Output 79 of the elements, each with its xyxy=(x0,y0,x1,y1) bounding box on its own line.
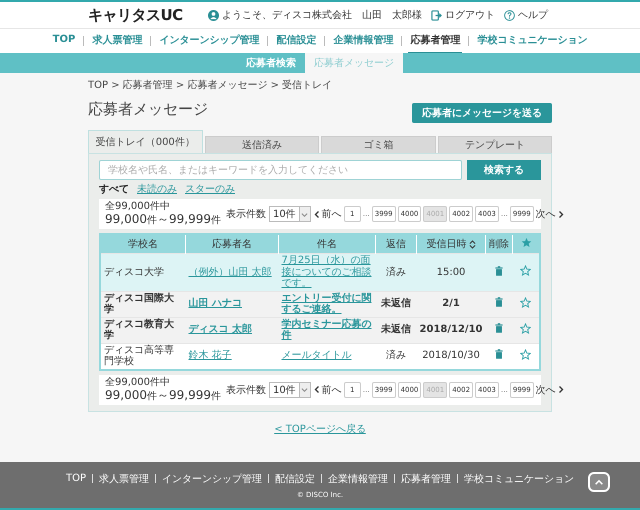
back-link[interactable]: < TOPページへ戻る xyxy=(274,424,366,434)
caret-icon xyxy=(301,386,308,393)
footer-link[interactable]: 配信設定 xyxy=(275,472,315,486)
chevron-right-icon xyxy=(558,210,564,218)
trash-icon[interactable] xyxy=(495,266,503,276)
tab[interactable]: 受信トレイ（000件） xyxy=(88,130,202,153)
footer-link[interactable]: TOP xyxy=(66,473,86,484)
per-page-label: 表示件数 xyxy=(226,208,266,221)
trash-icon[interactable] xyxy=(495,349,503,360)
column-header: 件名 xyxy=(278,234,376,254)
table-cell: 2/1 xyxy=(416,291,486,317)
per-page-select[interactable]: 10件 xyxy=(269,206,311,222)
nav-tab[interactable]: 企業情報管理 xyxy=(331,28,396,54)
table-cell: 済み xyxy=(376,254,417,291)
trash-icon[interactable] xyxy=(495,323,503,334)
star-icon[interactable] xyxy=(520,348,532,360)
table-cell: 2018/12/10 xyxy=(416,317,486,343)
star-icon[interactable] xyxy=(520,265,532,276)
previous-link[interactable]: 前へ xyxy=(314,207,342,221)
nav-tab[interactable]: 学校コミュニケーション xyxy=(475,28,590,54)
next-link[interactable]: 次へ xyxy=(536,207,564,221)
table-cell: ディスコ教育大学 xyxy=(100,317,186,343)
search-field[interactable]: 学校名や氏名、またはキーワードを入力してください xyxy=(99,160,462,180)
help-link[interactable]: ヘルプ xyxy=(518,8,548,22)
table-cell: ディスコ大学 xyxy=(100,254,186,291)
table-cell: 15:00 xyxy=(416,254,486,291)
footer-link[interactable]: 求人票管理 xyxy=(99,472,149,486)
tab[interactable]: 送信済み xyxy=(204,136,319,153)
help-icon xyxy=(504,10,515,20)
back-to-top-button[interactable] xyxy=(588,472,610,492)
table-cell: ディスコ国際大学 xyxy=(100,291,186,317)
sort-icon[interactable] xyxy=(468,240,476,248)
chevron-right-icon xyxy=(558,385,564,394)
table-cell: 未返信 xyxy=(376,291,417,317)
column-header: 学校名 xyxy=(100,234,186,254)
previous-link[interactable]: 前へ xyxy=(314,382,342,396)
star-icon[interactable] xyxy=(520,322,532,334)
star-icon xyxy=(520,237,532,248)
filter-link[interactable]: スターのみ xyxy=(185,182,235,196)
page-title: 応募者メッセージ xyxy=(88,100,208,119)
footer-link[interactable]: 企業情報管理 xyxy=(328,472,388,486)
per-page-label: 表示件数 xyxy=(226,384,266,396)
table-cell: 済み xyxy=(376,343,417,370)
nav-tab[interactable]: TOP xyxy=(50,29,78,53)
star-icon[interactable] xyxy=(520,296,532,308)
chevron-up-icon xyxy=(594,478,604,486)
search-button[interactable]: 検索する xyxy=(467,160,541,180)
tab[interactable]: ゴミ箱 xyxy=(321,136,436,153)
logo[interactable]: キャリタスUC xyxy=(88,6,183,24)
footer-link[interactable]: 学校コミュニケーション xyxy=(464,472,574,486)
footer-link[interactable]: 応募者管理 xyxy=(401,472,451,486)
welcome-text: ようこそ、ディスコ株式会社 山田 太郎様 xyxy=(222,8,422,22)
nav-tab[interactable]: 配信設定 xyxy=(274,28,318,54)
table-cell: ディスコ高等専門学校 xyxy=(100,343,186,370)
nav-tab[interactable]: 求人票管理 xyxy=(90,28,144,54)
footer-link[interactable]: インターンシップ管理 xyxy=(162,472,262,486)
column-header: 応募者名 xyxy=(186,234,278,254)
chevron-left-icon xyxy=(314,210,320,218)
logout-link[interactable]: ログアウト xyxy=(445,8,495,22)
user-icon xyxy=(208,10,219,20)
chevron-left-icon xyxy=(314,385,320,394)
logout-icon xyxy=(431,10,442,20)
per-page-select[interactable]: 10件 xyxy=(269,382,311,398)
column-header: 受信日時 xyxy=(416,234,486,254)
tab[interactable]: テンプレート xyxy=(438,136,552,153)
breadcrumb: TOP > 応募者管理 > 応募者メッセージ > 受信トレイ xyxy=(88,78,334,92)
column-header: 返信 xyxy=(376,234,417,254)
filter-link[interactable]: すべて xyxy=(99,182,129,196)
send-message-button[interactable]: 応募者にメッセージを送る xyxy=(412,103,552,123)
total-count: 全99,000件中 xyxy=(105,201,171,212)
filter-link[interactable]: 未読のみ xyxy=(137,182,177,196)
table-cell: 2018/10/30 xyxy=(416,343,486,370)
next-link[interactable]: 次へ xyxy=(536,382,564,396)
table-cell: 未返信 xyxy=(376,317,417,343)
nav-tab[interactable]: インターンシップ管理 xyxy=(157,28,262,54)
total-count: 全99,000件中 xyxy=(105,376,171,388)
caret-icon xyxy=(301,210,308,218)
trash-icon[interactable] xyxy=(495,297,503,308)
column-header: 削除 xyxy=(486,234,512,254)
